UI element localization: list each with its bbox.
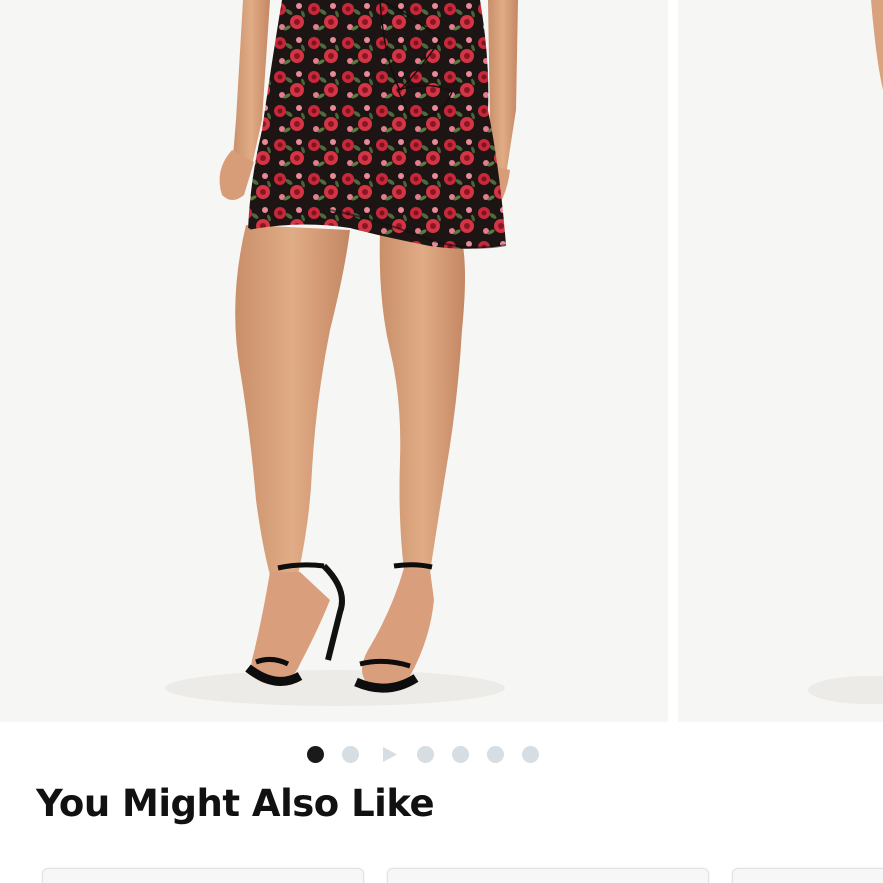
product-image-next[interactable]	[678, 0, 883, 722]
dress-photo	[0, 0, 668, 722]
product-image-main[interactable]	[0, 0, 668, 722]
carousel-dot-5[interactable]	[452, 746, 469, 763]
carousel-video-play-icon[interactable]	[381, 746, 398, 763]
recommendation-card[interactable]	[42, 868, 364, 883]
carousel-dot-6[interactable]	[487, 746, 504, 763]
carousel-dot-7[interactable]	[522, 746, 539, 763]
carousel-dot-4[interactable]	[417, 746, 434, 763]
product-image-carousel[interactable]	[0, 0, 883, 722]
product-page: You Might Also Like	[0, 0, 883, 883]
next-photo-peek	[678, 0, 883, 722]
recommendation-card[interactable]	[732, 868, 883, 883]
section-title-recommendations: You Might Also Like	[36, 782, 435, 825]
carousel-pagination	[0, 744, 883, 766]
recommendations-row	[0, 866, 883, 883]
recommendation-card[interactable]	[387, 868, 709, 883]
carousel-dot-2[interactable]	[342, 746, 359, 763]
carousel-dot-1[interactable]	[307, 746, 324, 763]
